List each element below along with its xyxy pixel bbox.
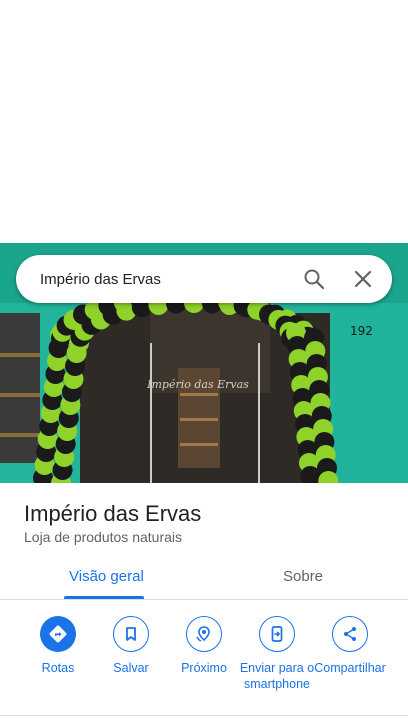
share-icon <box>332 616 368 652</box>
save-button[interactable]: Salvar <box>91 614 171 676</box>
nearby-label: Próximo <box>181 661 227 675</box>
send-to-phone-icon <box>259 616 295 652</box>
map-area-blank <box>0 0 408 243</box>
tab-bar: Visão geral Sobre <box>0 556 408 600</box>
address-number: 192 <box>350 324 373 338</box>
tab-overview[interactable]: Visão geral <box>69 568 144 585</box>
directions-label: Rotas <box>41 661 75 675</box>
send-to-phone-label: Enviar para o smartphone <box>239 661 315 691</box>
storefront-sign-text: Império das Ervas <box>146 378 249 391</box>
tab-about[interactable]: Sobre <box>283 568 323 585</box>
directions-icon <box>40 616 76 652</box>
search-bar[interactable]: Império das Ervas <box>16 255 392 303</box>
nearby-icon <box>186 616 222 652</box>
send-to-phone-button[interactable]: Enviar para o smartphone <box>237 614 317 692</box>
share-button[interactable]: Compartilhar <box>310 614 390 676</box>
divider <box>0 715 408 716</box>
share-label: Compartilhar <box>314 661 386 675</box>
save-label: Salvar <box>113 661 149 675</box>
directions-button[interactable]: Rotas <box>18 614 98 676</box>
place-title: Império das Ervas <box>24 501 202 526</box>
search-icon[interactable] <box>302 267 326 291</box>
action-bar: Rotas Salvar Próximo Enviar para o smart… <box>0 614 408 714</box>
nearby-button[interactable]: Próximo <box>164 614 244 676</box>
bookmark-icon <box>113 616 149 652</box>
close-icon[interactable] <box>351 267 375 291</box>
search-input[interactable]: Império das Ervas <box>40 271 392 288</box>
place-category[interactable]: Loja de produtos naturais <box>24 529 182 545</box>
tab-selected-indicator <box>64 596 144 599</box>
